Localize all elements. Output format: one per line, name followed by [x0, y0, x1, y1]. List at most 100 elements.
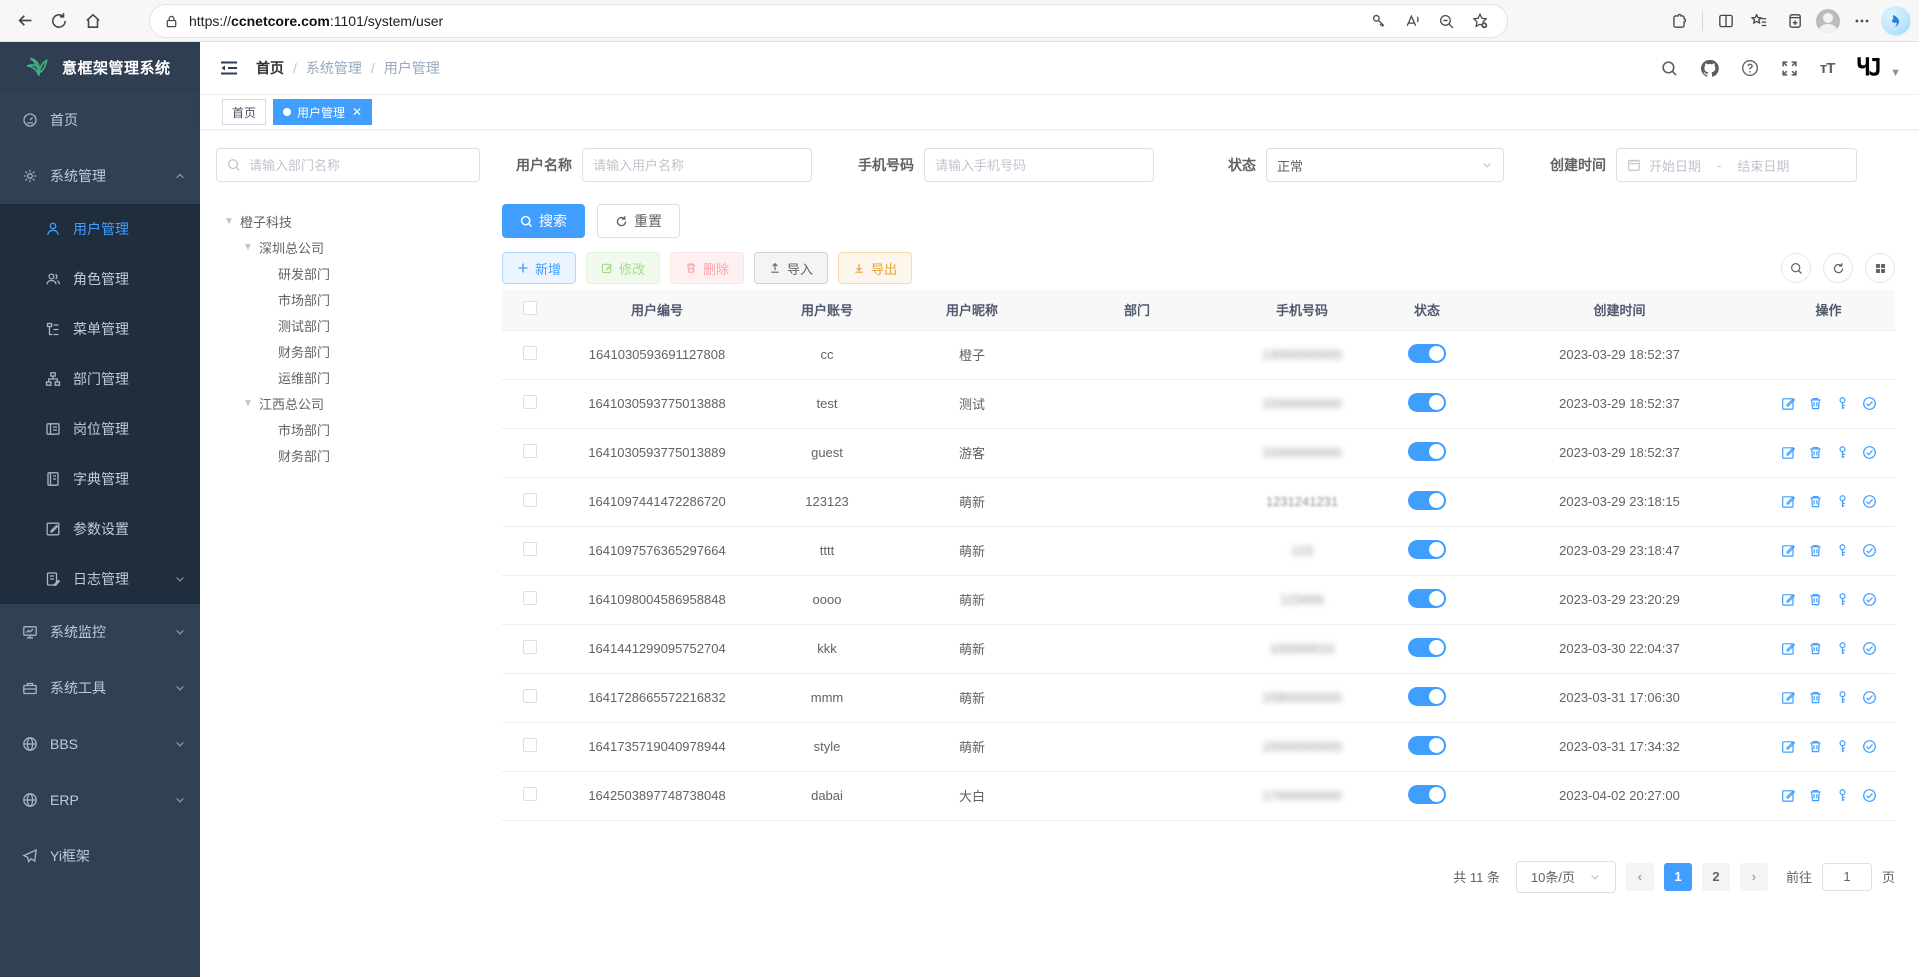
- collections-icon[interactable]: [1743, 4, 1777, 38]
- split-screen-icon[interactable]: [1709, 4, 1743, 38]
- row-assign-role-icon[interactable]: [1862, 788, 1877, 803]
- sidebar-item-角色管理[interactable]: 角色管理: [0, 254, 200, 304]
- add-button[interactable]: 新增: [502, 252, 576, 284]
- dept-search-input[interactable]: [249, 158, 469, 173]
- goto-page-input[interactable]: [1822, 863, 1872, 891]
- sidebar-item-岗位管理[interactable]: 岗位管理: [0, 404, 200, 454]
- row-checkbox[interactable]: [523, 346, 537, 360]
- browser-refresh-button[interactable]: [42, 4, 76, 38]
- row-reset-password-icon[interactable]: [1835, 592, 1850, 607]
- sidebar-item-Yi框架[interactable]: Yi框架: [0, 828, 200, 884]
- row-edit-icon[interactable]: [1781, 543, 1796, 558]
- row-assign-role-icon[interactable]: [1862, 641, 1877, 656]
- row-checkbox[interactable]: [523, 591, 537, 605]
- row-delete-icon[interactable]: [1808, 445, 1823, 460]
- add-tab-workspaces-icon[interactable]: [1777, 4, 1811, 38]
- sidebar-item-部门管理[interactable]: 部门管理: [0, 354, 200, 404]
- row-edit-icon[interactable]: [1781, 788, 1796, 803]
- row-checkbox[interactable]: [523, 640, 537, 654]
- row-edit-icon[interactable]: [1781, 739, 1796, 754]
- row-checkbox[interactable]: [523, 689, 537, 703]
- username-input[interactable]: [593, 158, 801, 173]
- row-edit-icon[interactable]: [1781, 494, 1796, 509]
- tab-home[interactable]: 首页: [222, 99, 266, 125]
- status-toggle[interactable]: [1408, 344, 1446, 363]
- row-assign-role-icon[interactable]: [1862, 543, 1877, 558]
- sidebar-item-BBS[interactable]: BBS: [0, 716, 200, 772]
- row-checkbox[interactable]: [523, 787, 537, 801]
- browser-menu-icon[interactable]: [1845, 4, 1879, 38]
- page-button-2[interactable]: 2: [1702, 863, 1730, 891]
- tab-close-icon[interactable]: ✕: [352, 105, 362, 119]
- tree-node-江西总公司[interactable]: ▼江西总公司: [216, 390, 480, 416]
- read-aloud-icon[interactable]: [1395, 4, 1429, 38]
- show-search-toggle-button[interactable]: [1781, 253, 1811, 283]
- reset-button[interactable]: 重置: [597, 204, 680, 238]
- font-size-icon[interactable]: тT: [1820, 60, 1835, 77]
- status-select[interactable]: 正常: [1266, 148, 1504, 182]
- tree-expand-caret-icon[interactable]: ▼: [222, 216, 236, 227]
- select-all-checkbox[interactable]: [523, 301, 537, 315]
- sidebar-item-日志管理[interactable]: 日志管理: [0, 554, 200, 604]
- fullscreen-icon[interactable]: [1781, 60, 1798, 77]
- row-edit-icon[interactable]: [1781, 641, 1796, 656]
- row-delete-icon[interactable]: [1808, 690, 1823, 705]
- row-edit-icon[interactable]: [1781, 396, 1796, 411]
- status-toggle[interactable]: [1408, 736, 1446, 755]
- header-search-icon[interactable]: [1661, 60, 1678, 77]
- tree-node-运维部门[interactable]: 运维部门: [216, 364, 480, 390]
- tree-node-深圳总公司[interactable]: ▼深圳总公司: [216, 234, 480, 260]
- refresh-table-button[interactable]: [1823, 253, 1853, 283]
- row-checkbox[interactable]: [523, 493, 537, 507]
- tree-node-橙子科技[interactable]: ▼橙子科技: [216, 208, 480, 234]
- prev-page-button[interactable]: ‹: [1626, 863, 1654, 891]
- row-reset-password-icon[interactable]: [1835, 788, 1850, 803]
- tree-node-研发部门[interactable]: 研发部门: [216, 260, 480, 286]
- status-toggle[interactable]: [1408, 393, 1446, 412]
- status-toggle[interactable]: [1408, 687, 1446, 706]
- row-delete-icon[interactable]: [1808, 592, 1823, 607]
- breadcrumb-system[interactable]: 系统管理: [306, 58, 362, 78]
- row-assign-role-icon[interactable]: [1862, 739, 1877, 754]
- row-assign-role-icon[interactable]: [1862, 690, 1877, 705]
- row-delete-icon[interactable]: [1808, 396, 1823, 411]
- copilot-icon[interactable]: [1879, 4, 1913, 38]
- row-delete-icon[interactable]: [1808, 543, 1823, 558]
- row-checkbox[interactable]: [523, 738, 537, 752]
- sidebar-item-首页[interactable]: 首页: [0, 92, 200, 148]
- row-edit-icon[interactable]: [1781, 592, 1796, 607]
- row-edit-icon[interactable]: [1781, 690, 1796, 705]
- status-toggle[interactable]: [1408, 442, 1446, 461]
- row-delete-icon[interactable]: [1808, 788, 1823, 803]
- row-delete-icon[interactable]: [1808, 641, 1823, 656]
- search-button[interactable]: 搜索: [502, 204, 585, 238]
- row-reset-password-icon[interactable]: [1835, 739, 1850, 754]
- favorite-star-icon[interactable]: [1463, 4, 1497, 38]
- status-toggle[interactable]: [1408, 589, 1446, 608]
- next-page-button[interactable]: ›: [1740, 863, 1768, 891]
- extensions-icon[interactable]: [1662, 4, 1696, 38]
- sidebar-item-用户管理[interactable]: 用户管理: [0, 204, 200, 254]
- sidebar-item-ERP[interactable]: ERP: [0, 772, 200, 828]
- user-menu-caret-icon[interactable]: ▼: [1890, 67, 1901, 79]
- tab-user-management[interactable]: 用户管理 ✕: [273, 99, 372, 125]
- row-checkbox[interactable]: [523, 444, 537, 458]
- row-reset-password-icon[interactable]: [1835, 543, 1850, 558]
- edit-button[interactable]: 修改: [586, 252, 660, 284]
- tree-expand-caret-icon[interactable]: ▼: [241, 242, 255, 253]
- row-assign-role-icon[interactable]: [1862, 445, 1877, 460]
- sidebar-item-系统管理[interactable]: 系统管理: [0, 148, 200, 204]
- phone-input[interactable]: [935, 158, 1143, 173]
- address-bar[interactable]: https://ccnetcore.com:1101/system/user: [150, 5, 1507, 37]
- row-reset-password-icon[interactable]: [1835, 690, 1850, 705]
- status-toggle[interactable]: [1408, 785, 1446, 804]
- status-toggle[interactable]: [1408, 638, 1446, 657]
- row-assign-role-icon[interactable]: [1862, 396, 1877, 411]
- help-icon[interactable]: [1741, 59, 1759, 77]
- row-edit-icon[interactable]: [1781, 445, 1796, 460]
- tree-node-市场部门[interactable]: 市场部门: [216, 416, 480, 442]
- tree-node-财务部门[interactable]: 财务部门: [216, 338, 480, 364]
- tree-node-测试部门[interactable]: 测试部门: [216, 312, 480, 338]
- github-icon[interactable]: [1700, 59, 1719, 78]
- tree-node-市场部门[interactable]: 市场部门: [216, 286, 480, 312]
